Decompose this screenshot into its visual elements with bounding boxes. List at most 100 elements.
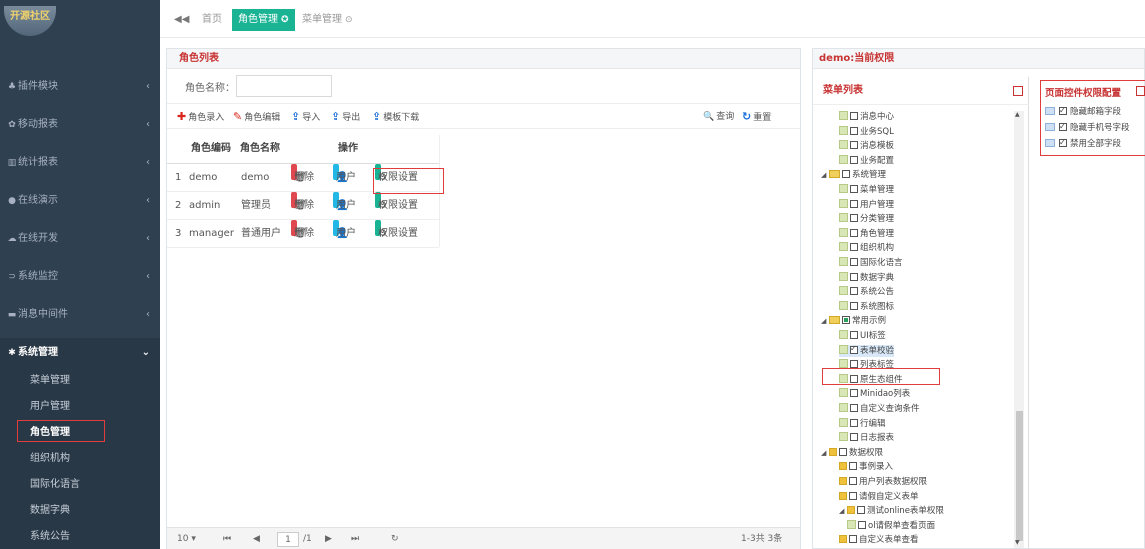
scrollbar-thumb[interactable] [1016,411,1023,541]
tree-node[interactable]: ol请假单查看页面 [847,519,935,532]
scroll-down-icon[interactable]: ▼ [1015,539,1020,546]
submenu-item-menu[interactable]: 菜单管理 [0,368,160,394]
tree-checkbox[interactable] [850,331,858,339]
tree-node[interactable]: 请假自定义表单 [839,491,919,503]
last-page-button[interactable]: ⏭ [351,532,359,547]
tree-node[interactable]: 用户管理 [839,198,894,211]
expand-toggle-icon[interactable]: ◢ [839,505,847,517]
sidebar-item-mobile-reports[interactable]: ✿ 移动报表 ‹ [0,110,160,140]
tree-node[interactable]: 消息模板 [839,140,894,152]
tree-checkbox[interactable] [839,447,847,456]
tree-checkbox[interactable] [850,272,858,281]
user-button[interactable]: 👤 用户 [333,220,356,239]
tree-checkbox[interactable] [858,520,866,529]
delete-button[interactable]: 🗑 删除 [291,192,314,211]
prev-page-button[interactable]: ◀ [253,532,260,547]
query-button[interactable]: 🔍 查询 [703,108,734,126]
sidebar-item-online-dev[interactable]: ☁ 在线开发 ‹ [0,224,160,254]
next-page-button[interactable]: ▶ [325,532,332,547]
tab-menu-management[interactable]: 菜单管理 ⊙ [302,9,353,31]
permission-settings-button[interactable]: ⚙ 权限设置 [375,220,418,239]
logo[interactable]: 开源社区 [4,6,56,36]
tree-node[interactable]: 业务SQL [839,125,894,138]
tabs-back-button[interactable]: ◀◀ [174,9,189,31]
tree-checkbox[interactable] [849,491,857,500]
tree-checkbox[interactable] [850,126,858,135]
tree-node[interactable]: 业务配置 [839,154,894,167]
edit-role-button[interactable]: ✎ 角色编辑 [233,108,280,126]
tab-home[interactable]: 首页 [202,9,222,31]
user-button[interactable]: 👤 用户 [333,192,356,211]
expand-toggle-icon[interactable]: ◢ [821,315,829,327]
tree-node[interactable]: ◢ 数据权限 [821,447,883,459]
tree-checkbox[interactable] [850,155,858,164]
tree-node[interactable]: 分类管理 [839,213,894,225]
tree-node[interactable]: 国际化语言 [839,257,903,269]
tree-checkbox[interactable] [850,418,858,427]
tree-node[interactable]: 菜单管理 [839,184,894,196]
page-size-select[interactable]: 10 ▾ [177,532,196,547]
tree-node[interactable]: 行编辑 [839,417,886,430]
submenu-item-user[interactable]: 用户管理 [0,394,160,420]
tree-checkbox[interactable] [849,477,857,485]
tree-node[interactable]: 用户列表数据权限 [839,476,927,488]
tree-node[interactable]: 系统图标 [839,300,894,313]
tree-node[interactable]: 自定义表单查看 [839,534,919,546]
scroll-up-icon[interactable]: ▲ [1015,111,1020,118]
tab-role-management[interactable]: 角色管理 ✪ [232,9,295,31]
tree-node[interactable]: 自定义查询条件 [839,403,920,415]
submenu-item-org[interactable]: 组织机构 [0,446,160,472]
submenu-item-i18n[interactable]: 国际化语言 [0,472,160,498]
tree-node[interactable]: UI标签 [839,330,886,342]
column-header-code[interactable]: 角色编码 [191,135,231,163]
permission-settings-button[interactable]: ⚙ 权限设置 [375,192,418,211]
tab-close-icon[interactable]: ✪ [281,15,289,25]
tree-checkbox[interactable] [842,316,850,325]
submenu-item-notice[interactable]: 系统公告 [0,524,160,549]
user-button[interactable]: 👤 用户 [333,164,356,183]
tree-node[interactable]: ◢ 测试online表单权限 [839,505,944,517]
sidebar-item-message-middleware[interactable]: ▬ 消息中间件 ‹ [0,300,160,330]
expand-toggle-icon[interactable]: ◢ [821,169,829,181]
tree-checkbox[interactable] [850,433,858,442]
tree-checkbox[interactable] [850,228,858,237]
tab-close-icon[interactable]: ⊙ [345,15,353,25]
tree-checkbox[interactable] [850,360,858,369]
tree-checkbox[interactable] [850,258,858,266]
tree-checkbox[interactable] [850,112,858,120]
tree-checkbox[interactable] [850,214,858,223]
table-row[interactable]: 2 admin 管理员 🗑 删除 👤 用户 ⚙ 权限设置 [167,192,439,220]
tree-checkbox[interactable] [850,389,858,398]
column-header-name[interactable]: 角色名称 [240,135,280,163]
tree-checkbox[interactable] [850,243,858,252]
delete-button[interactable]: 🗑 删除 [291,164,314,183]
tree-node[interactable]: 数据字典 [839,271,894,284]
tree-checkbox[interactable] [857,506,865,515]
tree-node[interactable]: 消息中心 [839,111,894,123]
sidebar-item-system-monitor[interactable]: ⊃ 系统监控 ‹ [0,262,160,292]
role-name-search-input[interactable] [236,75,332,97]
tree-checkbox[interactable] [849,535,857,544]
tree-node[interactable]: 日志报表 [839,432,894,444]
refresh-icon[interactable]: ↻ [391,532,399,547]
sidebar-item-statistics-reports[interactable]: ▥ 统计报表 ‹ [0,148,160,178]
tree-checkbox[interactable] [850,343,858,355]
expand-toggle-icon[interactable]: ◢ [821,447,829,459]
import-button[interactable]: ⇪ 导入 [291,108,320,126]
template-download-button[interactable]: ⇪ 模板下载 [372,108,419,126]
tree-checkbox[interactable] [850,301,858,310]
submenu-item-dictionary[interactable]: 数据字典 [0,498,160,524]
tree-node[interactable]: 组织机构 [839,242,894,254]
tree-checkbox[interactable] [850,404,858,412]
page-number-input[interactable]: 1 [277,532,299,547]
tree-node[interactable]: ◢ 系统管理 [821,169,886,181]
export-button[interactable]: ⇪ 导出 [331,108,360,126]
first-page-button[interactable]: ⏮ [223,532,231,547]
tree-node[interactable]: 系统公告 [839,286,894,298]
delete-button[interactable]: 🗑 删除 [291,220,314,239]
table-row[interactable]: 3 manager 普通用户 🗑 删除 👤 用户 ⚙ 权限设置 [167,220,439,248]
save-icon[interactable] [1013,86,1023,96]
tree-node[interactable]: 表单校验 [839,343,895,357]
sidebar-item-online-demo[interactable]: ● 在线演示 ‹ [0,186,160,216]
tree-node[interactable]: Minidao列表 [839,388,910,400]
